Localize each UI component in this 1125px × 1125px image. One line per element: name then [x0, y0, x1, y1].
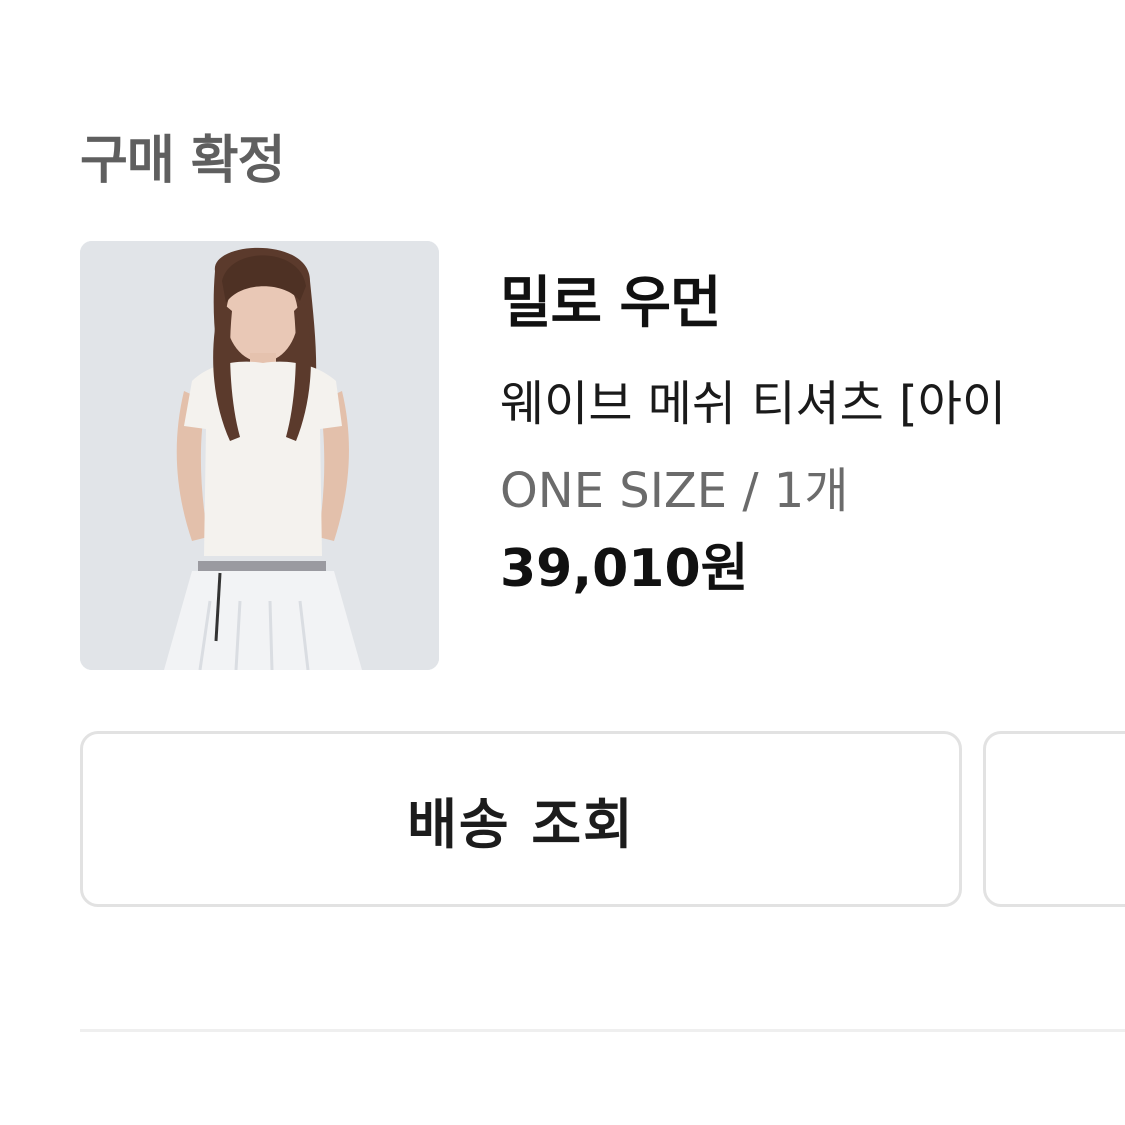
- section-divider: [80, 1029, 1125, 1032]
- secondary-action-button[interactable]: [983, 731, 1125, 907]
- product-image[interactable]: [80, 241, 439, 670]
- order-status-title: 구매 확정: [80, 131, 285, 191]
- order-item-page: 구매 확정 밀로 우먼 웨이브 메쉬 티셔츠 [아이 ONE SIZE / 1개…: [0, 0, 1125, 1125]
- product-name[interactable]: 웨이브 메쉬 티셔츠 [아이: [500, 364, 1125, 444]
- product-option: ONE SIZE / 1개: [500, 463, 849, 519]
- product-info[interactable]: 밀로 우먼 웨이브 메쉬 티셔츠 [아이 ONE SIZE / 1개 39,01…: [500, 264, 1125, 604]
- product-photo-illustration: [80, 241, 439, 670]
- track-delivery-button[interactable]: 배송 조회: [80, 731, 962, 907]
- track-delivery-label: 배송 조회: [407, 792, 635, 856]
- product-price: 39,010원: [500, 539, 749, 599]
- brand-name[interactable]: 밀로 우먼: [500, 264, 1125, 344]
